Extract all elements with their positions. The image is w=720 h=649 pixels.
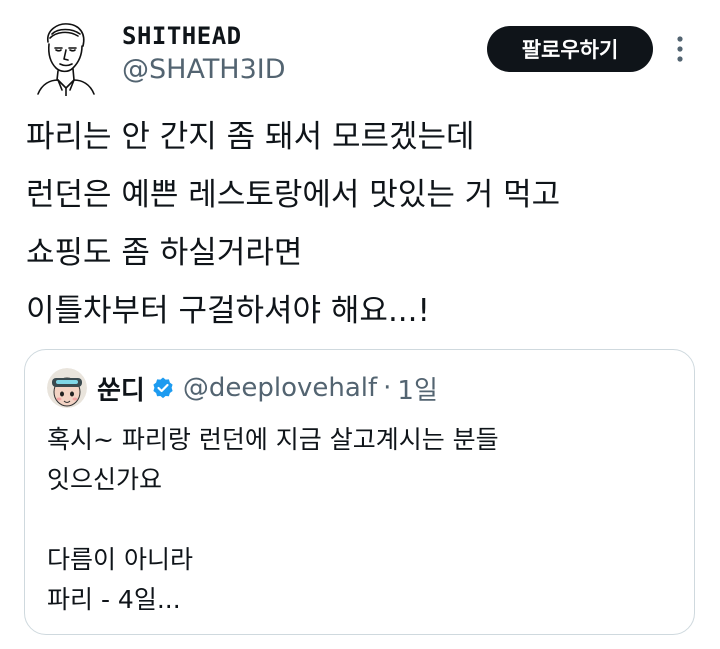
- more-vertical-icon[interactable]: [668, 32, 692, 66]
- author-avatar[interactable]: [28, 18, 100, 97]
- author-handle[interactable]: @SHATH3ID: [122, 54, 286, 86]
- tweet-text: 파리는 안 간지 좀 돼서 모르겠는데 런던은 예쁜 레스토랑에서 맛있는 거 …: [26, 108, 696, 340]
- quote-text-line: 파리 - 4일...: [47, 585, 181, 614]
- quoted-tweet-card[interactable]: 쑨디 @deeplovehalf · 1일 혹시~ 파리랑 런던에 지금 살고계…: [24, 349, 695, 635]
- quote-author-handle[interactable]: @deeplovehalf: [183, 373, 377, 403]
- quote-text: 혹시~ 파리랑 런던에 지금 살고계시는 분들 잇으신가요 다름이 아니라 파리…: [47, 420, 677, 620]
- quote-author-avatar[interactable]: [47, 368, 87, 408]
- author-display-name[interactable]: SHITHEAD: [122, 22, 242, 50]
- quote-author-display-name[interactable]: 쑨디: [97, 370, 145, 407]
- tweet-header: SHITHEAD @SHATH3ID 팔로우하기: [0, 0, 720, 110]
- tweet-text-line: 파리는 안 간지 좀 돼서 모르겠는데: [26, 119, 475, 155]
- cartoon-face-avatar-icon: [47, 368, 87, 408]
- follow-button[interactable]: 팔로우하기: [487, 26, 653, 72]
- quote-timestamp[interactable]: 1일: [397, 370, 437, 407]
- quote-text-line: 혹시~ 파리랑 런던에 지금 살고계시는 분들: [47, 425, 499, 454]
- quote-header: 쑨디 @deeplovehalf · 1일: [97, 368, 438, 408]
- line-drawing-portrait-icon: [37, 23, 95, 97]
- tweet-text-line: 이틀차부터 구걸하셔야 해요...!: [26, 293, 430, 329]
- quote-text-line: 다름이 아니라: [47, 545, 193, 574]
- tweet-text-line: 런던은 예쁜 레스토랑에서 맛있는 거 먹고: [26, 177, 561, 213]
- quote-text-line: [47, 500, 677, 540]
- separator-dot: ·: [383, 373, 392, 403]
- tweet-text-line: 쇼핑도 좀 하실거라면: [26, 235, 303, 271]
- quote-text-line: 잇으신가요: [47, 465, 163, 494]
- verified-badge-icon: [153, 377, 173, 399]
